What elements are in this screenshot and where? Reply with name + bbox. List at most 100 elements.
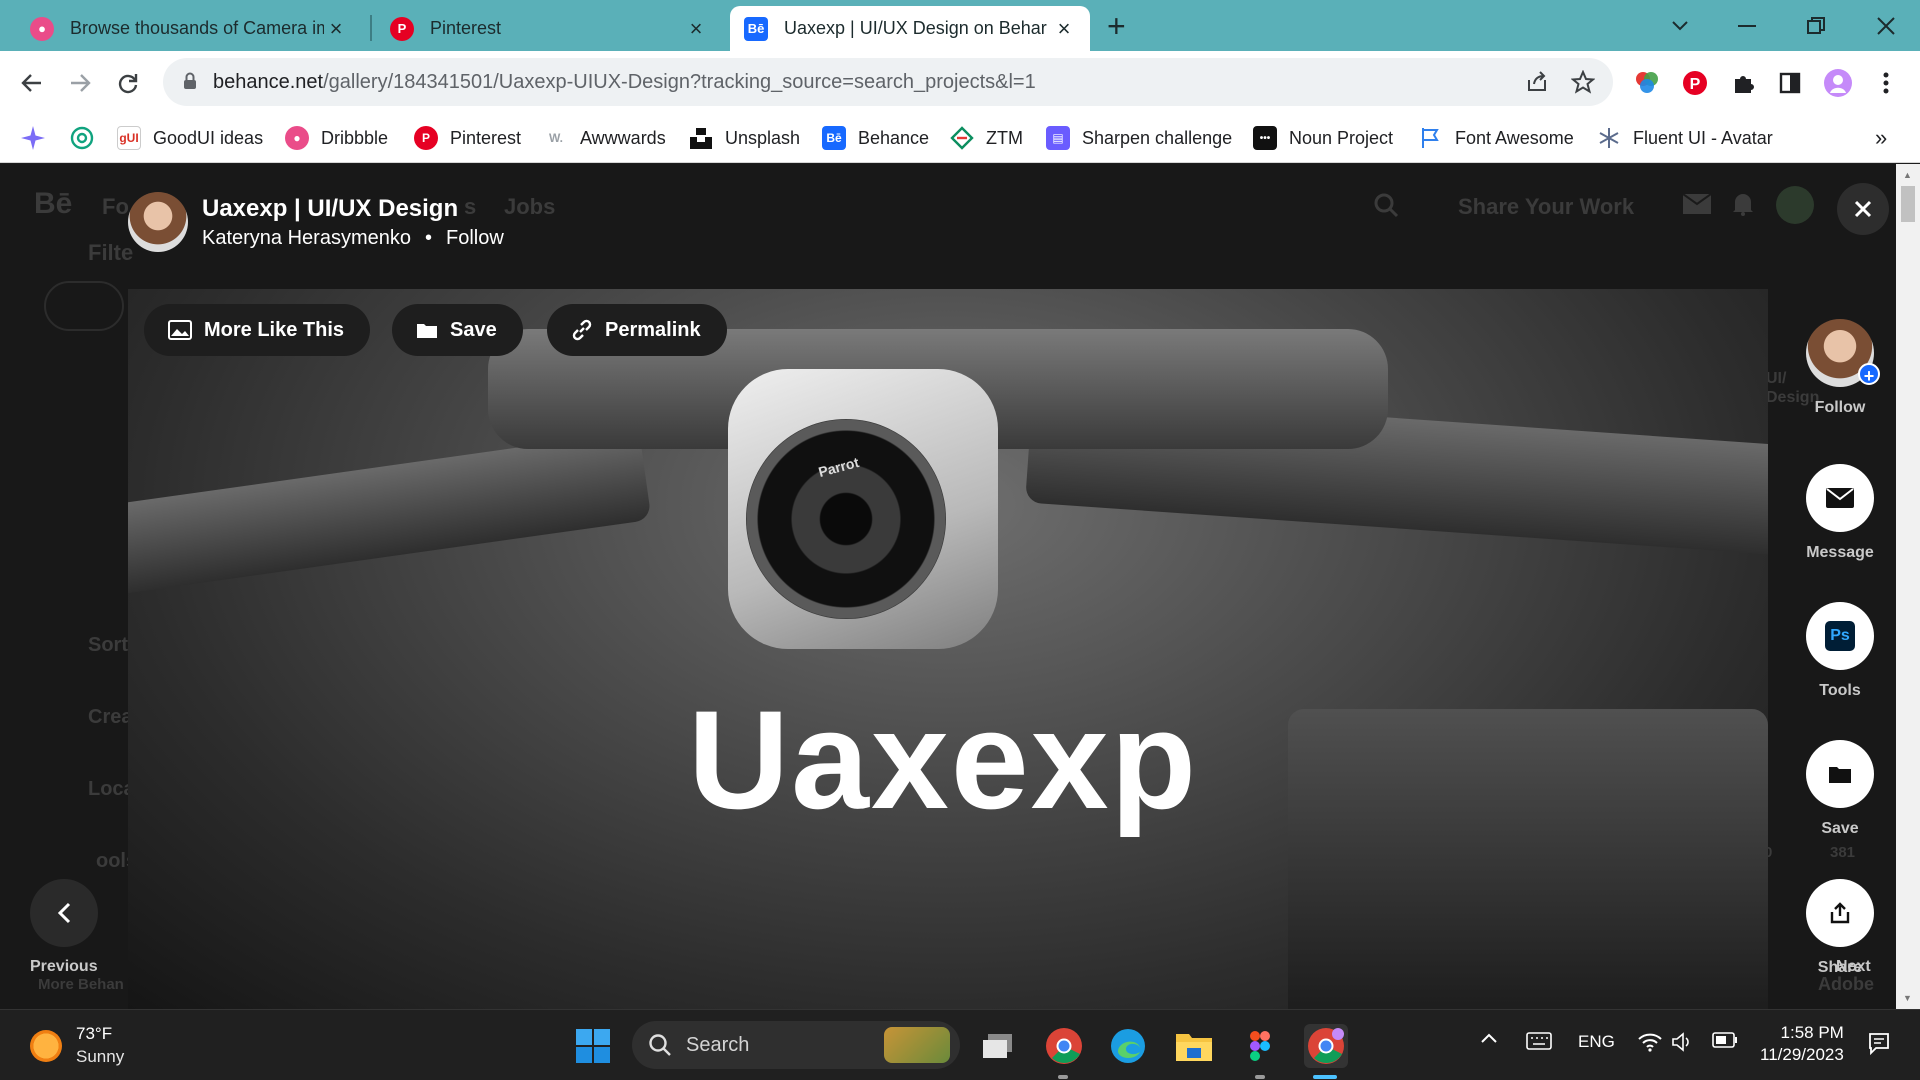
goodui-icon: gUI (117, 126, 141, 150)
bookmark-noun-project[interactable]: ••• Noun Project (1253, 123, 1393, 153)
permalink-label: Permalink (605, 318, 701, 341)
cover-title: Uaxexp (688, 681, 1199, 838)
system-clock[interactable]: 1:58 PM 11/29/2023 (1760, 1022, 1844, 1066)
rail-follow[interactable]: + Follow (1805, 319, 1880, 417)
notifications-button[interactable] (1868, 1032, 1890, 1056)
language-indicator[interactable]: ENG (1578, 1032, 1615, 1052)
follow-link[interactable]: Follow (446, 227, 504, 249)
bookmark-font-awesome[interactable]: Font Awesome (1419, 123, 1574, 153)
taskbar-figma[interactable] (1238, 1024, 1282, 1068)
bookmark-dribbble[interactable]: ● Dribbble (285, 123, 388, 153)
author-avatar[interactable]: + (1806, 319, 1880, 387)
star-icon[interactable] (1571, 70, 1595, 94)
new-tab-button[interactable]: + (1107, 10, 1126, 42)
rail-message[interactable]: Message (1805, 464, 1875, 562)
chrome-icon (1045, 1027, 1083, 1065)
bookmark-unsplash[interactable]: Unsplash (689, 123, 800, 153)
sparkle-bookmark[interactable] (20, 123, 46, 153)
sharpen-icon: ▤ (1046, 126, 1070, 150)
author-avatar[interactable] (128, 192, 188, 252)
author-name[interactable]: Kateryna Herasymenko (202, 227, 411, 249)
bookmark-ztm[interactable]: ZTM (950, 123, 1023, 153)
lock-icon[interactable] (183, 72, 197, 90)
tab-pinterest[interactable]: P Pinterest × (376, 6, 722, 51)
tab-separator (370, 15, 372, 41)
close-window-button[interactable] (1866, 8, 1906, 44)
bookmark-awwwards[interactable]: W. Awwwards (544, 123, 666, 153)
page-scrollbar[interactable]: ▲ ▼ (1896, 164, 1920, 1009)
battery-button[interactable] (1712, 1032, 1738, 1048)
tab-behance[interactable]: Bē Uaxexp | UI/UX Design on Behar × (730, 6, 1090, 51)
reload-button[interactable] (110, 65, 146, 101)
taskbar-edge[interactable] (1106, 1024, 1150, 1068)
show-hidden-icons-button[interactable] (1480, 1032, 1498, 1044)
scroll-up-icon[interactable]: ▲ (1903, 170, 1912, 180)
scroll-down-icon[interactable]: ▼ (1903, 993, 1912, 1003)
creative-fragment: Crea (88, 706, 133, 728)
bookmark-behance[interactable]: Bē Behance (822, 123, 929, 153)
save-label: Save (1821, 820, 1859, 837)
nav-jobs: Jobs (504, 194, 556, 219)
rail-save[interactable]: Save (1805, 740, 1875, 838)
save-rail-button[interactable] (1806, 740, 1874, 808)
back-button[interactable] (14, 65, 50, 101)
scrollbar-thumb[interactable] (1901, 186, 1915, 222)
windows-taskbar: 73°F Sunny Search ENG 1:58 PM 11/29/2023 (0, 1009, 1920, 1080)
tab-search-button[interactable] (1660, 8, 1700, 44)
start-button[interactable] (571, 1024, 615, 1068)
taskbar-chrome-active[interactable] (1304, 1024, 1348, 1068)
behance-icon: Bē (744, 16, 768, 41)
restore-button[interactable] (1796, 8, 1836, 44)
rail-tools[interactable]: Ps Tools (1805, 602, 1875, 700)
profile-avatar-icon (1823, 68, 1853, 98)
permalink-button[interactable]: Permalink (547, 304, 727, 356)
bookmark-pinterest[interactable]: P Pinterest (414, 123, 521, 153)
folder-icon (1175, 1030, 1213, 1062)
more-bookmarks-button[interactable]: » (1875, 123, 1887, 153)
windows-icon (575, 1028, 611, 1064)
tab-dribbble[interactable]: ● Browse thousands of Camera im × (16, 6, 362, 51)
tools-button[interactable]: Ps (1806, 602, 1874, 670)
keyboard-icon (1526, 1032, 1552, 1050)
extension-colors-button[interactable] (1629, 65, 1665, 101)
network-button[interactable] (1638, 1032, 1662, 1052)
edge-icon (1110, 1028, 1146, 1064)
chatgpt-bookmark[interactable] (70, 123, 94, 153)
url-text[interactable]: behance.net/gallery/184341501/Uaxexp-UIU… (213, 71, 1036, 94)
close-tab-icon[interactable]: × (1052, 16, 1076, 42)
chrome-menu-button[interactable] (1868, 65, 1904, 101)
forward-button[interactable] (62, 65, 98, 101)
taskbar-chrome-profile[interactable] (1042, 1024, 1086, 1068)
bookmark-goodui[interactable]: gUI GoodUI ideas (117, 123, 263, 153)
close-tab-icon[interactable]: × (324, 16, 348, 42)
volume-button[interactable] (1672, 1032, 1694, 1052)
more-like-this-button[interactable]: More Like This (144, 304, 371, 356)
close-modal-button[interactable] (1837, 183, 1889, 235)
url-host: behance.net (213, 71, 324, 93)
taskbar-search[interactable]: Search (632, 1021, 960, 1069)
previous-button[interactable] (30, 879, 98, 947)
keyboard-button[interactable] (1526, 1032, 1552, 1050)
pinterest-extension-button[interactable]: P (1677, 65, 1713, 101)
share-button[interactable] (1806, 879, 1874, 947)
active-indicator (1313, 1075, 1337, 1079)
extensions-button[interactable] (1725, 65, 1761, 101)
taskbar-file-explorer[interactable] (1172, 1024, 1216, 1068)
address-bar[interactable]: behance.net/gallery/184341501/Uaxexp-UIU… (163, 58, 1613, 106)
battery-icon (1712, 1032, 1738, 1048)
next-label[interactable]: Next (1836, 958, 1871, 976)
share-page-icon[interactable] (1525, 70, 1549, 94)
bookmark-fluent-ui[interactable]: Fluent UI - Avatar (1597, 123, 1773, 153)
bookmark-sharpen[interactable]: ▤ Sharpen challenge (1046, 123, 1232, 153)
sort-fragment: Sort (88, 634, 128, 656)
profile-button[interactable] (1820, 65, 1856, 101)
tools-label: Tools (1819, 682, 1861, 699)
minimize-button[interactable] (1727, 8, 1767, 44)
save-button[interactable]: Save (392, 304, 523, 356)
close-tab-icon[interactable]: × (684, 16, 708, 42)
side-panel-button[interactable] (1772, 65, 1808, 101)
task-view-button[interactable] (976, 1024, 1020, 1068)
message-button[interactable] (1806, 464, 1874, 532)
message-label: Message (1806, 544, 1874, 561)
weather-widget[interactable]: 73°F Sunny (30, 1024, 124, 1067)
